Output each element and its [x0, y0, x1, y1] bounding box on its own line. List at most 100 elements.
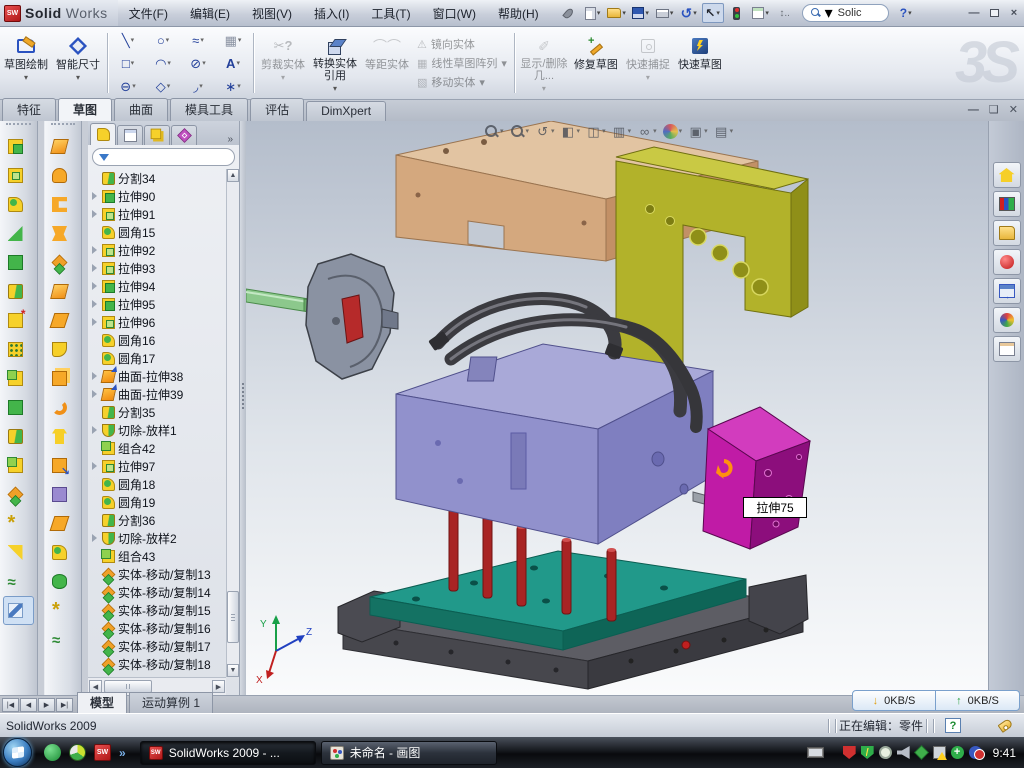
surface-tool-button[interactable] [45, 393, 81, 422]
taskbar-window-button[interactable]: SolidWorks 2009 - ... [140, 741, 316, 765]
surface-tool-button[interactable] [45, 190, 81, 219]
move-entities-button[interactable]: ▧移动实体▾ [413, 73, 511, 91]
next-tab-icon[interactable]: ▶ [38, 698, 55, 712]
feature-tree-item[interactable]: 曲面-拉伸39 [90, 385, 226, 403]
feature-tree-item[interactable]: 实体-移动/复制18 [90, 655, 226, 673]
print-icon[interactable]: ▾ [654, 3, 676, 23]
scroll-right-icon[interactable]: ▶ [212, 680, 225, 693]
ribbon-tab[interactable]: 草图 [58, 98, 112, 122]
search-input[interactable] [836, 6, 880, 20]
feature-tool-button[interactable] [0, 480, 37, 509]
close-button[interactable]: × [1004, 4, 1024, 22]
feature-tool-button[interactable] [0, 567, 37, 596]
feature-tree-item[interactable]: 拉伸96 [90, 313, 226, 331]
feature-tool-button[interactable] [0, 248, 37, 277]
surface-tool-button[interactable] [45, 248, 81, 277]
expand-arrow-icon[interactable] [90, 207, 99, 221]
doc-restore-button[interactable]: ❑ [989, 103, 999, 116]
quick-launch-overflow-icon[interactable]: » [119, 746, 126, 760]
start-button[interactable] [3, 738, 32, 767]
surface-tool-button[interactable] [45, 161, 81, 190]
taskbar-window-button[interactable]: 未命名 - 画图 [321, 741, 497, 765]
ribbon-tab[interactable]: 评估 [250, 98, 304, 121]
feature-tree-item[interactable]: 实体-移动/复制15 [90, 601, 226, 619]
display-delete-relations-button[interactable]: ✐显示/删除几...▾ [519, 30, 569, 96]
feature-tree-item[interactable]: 组合43 [90, 547, 226, 565]
task-pane-button[interactable] [993, 336, 1021, 362]
expand-arrow-icon[interactable] [90, 423, 99, 437]
sketch-entity-button[interactable]: ▾ [181, 75, 215, 97]
view-tool-button[interactable]: ▾ [535, 124, 555, 139]
doc-minimize-button[interactable]: — [968, 104, 979, 116]
ribbon-tab[interactable]: 特征 [2, 98, 56, 121]
feature-tool-button[interactable] [0, 335, 37, 364]
restore-button[interactable] [984, 4, 1004, 22]
view-tool-button[interactable]: ▾ [714, 124, 734, 139]
keyboard-layout-icon[interactable] [807, 747, 824, 758]
feature-tree-item[interactable]: 圆角17 [90, 349, 226, 367]
task-pane-button[interactable] [993, 249, 1021, 275]
feature-tool-button[interactable] [0, 393, 37, 422]
sketch-entity-button[interactable]: ▾ [146, 52, 180, 74]
dimxpert-manager-tab[interactable] [171, 125, 197, 145]
mirror-entities-button[interactable]: ⚠镜向实体 [413, 35, 511, 53]
doc-close-button[interactable]: ✕ [1009, 103, 1018, 116]
ribbon-tab[interactable]: DimXpert [306, 101, 386, 121]
tag-icon[interactable] [998, 718, 1014, 733]
expand-arrow-icon[interactable] [90, 459, 99, 473]
feature-tool-button[interactable] [0, 364, 37, 393]
sketch-entity-button[interactable]: ▾ [181, 52, 215, 74]
feature-tree-item[interactable]: 拉伸93 [90, 259, 226, 277]
feature-tree-item[interactable]: 切除-放样1 [90, 421, 226, 439]
tray-icon[interactable] [933, 746, 946, 759]
feature-tree-item[interactable]: 拉伸90 [90, 187, 226, 205]
toolbar-drag-handle[interactable] [51, 123, 75, 130]
menu-item[interactable]: 窗口(W) [422, 0, 487, 26]
design-tree-tab[interactable] [90, 123, 116, 145]
network-speed-widget[interactable]: ↓ 0KB/S ↑ 0KB/S [852, 690, 1020, 711]
feature-tree-item[interactable]: 实体-移动/复制14 [90, 583, 226, 601]
feature-tool-button[interactable] [0, 190, 37, 219]
feature-tree-item[interactable]: 拉伸97 [90, 457, 226, 475]
ribbon-tab[interactable]: 模具工具 [170, 98, 248, 121]
tray-icon[interactable] [951, 746, 964, 759]
feature-tree-item[interactable]: 组合42 [90, 439, 226, 457]
sketch-button[interactable]: 草图绘制▾ [1, 30, 51, 96]
sketch-entity-button[interactable]: ▾ [146, 75, 180, 97]
undo-icon[interactable]: ↺▾ [678, 3, 700, 23]
feature-tree-item[interactable]: 实体-移动/复制17 [90, 637, 226, 655]
side-clamp-assembly[interactable] [246, 254, 398, 379]
task-pane-button[interactable] [993, 278, 1021, 304]
menu-item[interactable]: 工具(T) [360, 0, 421, 26]
rapid-sketch-button[interactable]: 快速草图 [675, 30, 725, 96]
sketch-entity-button[interactable]: ▾ [111, 75, 145, 97]
tree-vertical-scrollbar[interactable]: ▲ ▼ [226, 169, 239, 677]
view-tool-button[interactable]: ▾ [484, 124, 504, 139]
expand-arrow-icon[interactable] [90, 297, 99, 311]
view-tool-button[interactable]: ▾ [586, 124, 606, 139]
feature-tree-item[interactable]: 拉伸95 [90, 295, 226, 313]
menu-item[interactable]: 插入(I) [303, 0, 360, 26]
sketch-entity-button[interactable]: ▾ [181, 29, 215, 51]
view-tool-button[interactable]: ▾ [663, 124, 683, 139]
feature-tree-item[interactable]: 曲面-拉伸38 [90, 367, 226, 385]
document-tab[interactable]: 运动算例 1 [129, 692, 213, 713]
search-box[interactable]: ▾ [802, 4, 889, 22]
menu-item[interactable]: 文件(F) [118, 0, 179, 26]
tray-icon[interactable] [914, 745, 929, 760]
property-manager-tab[interactable] [117, 125, 143, 145]
surface-tool-button[interactable] [45, 567, 81, 596]
surface-tool-button[interactable] [45, 625, 81, 654]
help-icon[interactable]: ?▾ [895, 3, 917, 23]
feature-tree-item[interactable]: 分割34 [90, 169, 226, 187]
save-icon[interactable]: ▾ [630, 3, 652, 23]
sketch-entity-button[interactable]: ▾ [146, 29, 180, 51]
quick-launch-icon[interactable] [94, 744, 111, 761]
feature-tree-item[interactable]: 圆角16 [90, 331, 226, 349]
surface-tool-button[interactable] [45, 219, 81, 248]
expand-arrow-icon[interactable] [90, 243, 99, 257]
feature-tool-button[interactable] [0, 132, 37, 161]
task-pane-button[interactable] [993, 220, 1021, 246]
tray-icon[interactable] [897, 746, 910, 759]
status-help-icon[interactable]: ? [945, 718, 961, 733]
